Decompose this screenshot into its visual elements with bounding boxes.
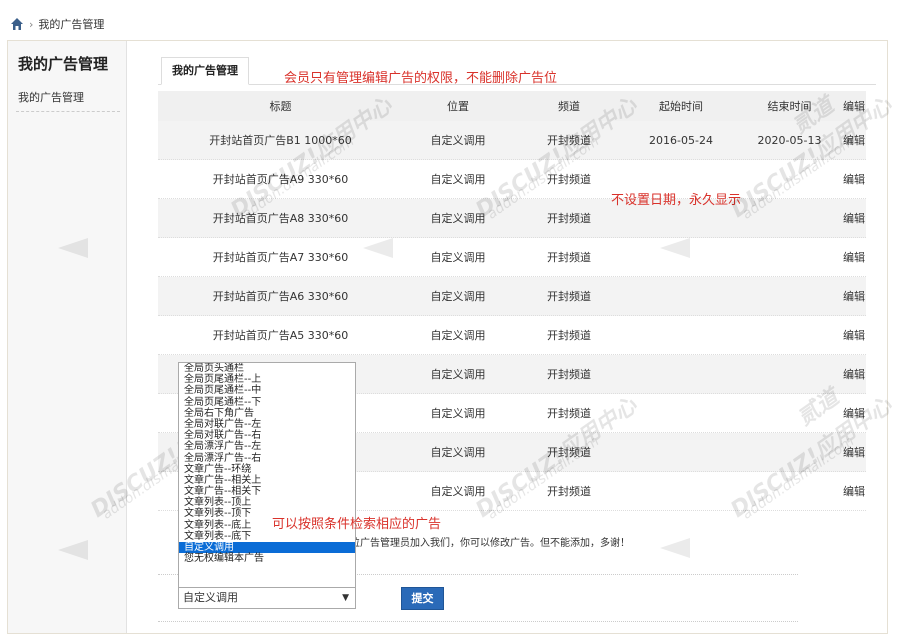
dropdown-option[interactable]: 文章广告--环绕 bbox=[179, 464, 355, 475]
table-header: 标题 位置 频道 起始时间 结束时间 编辑 bbox=[158, 91, 866, 121]
position-select-value: 自定义调用 bbox=[183, 591, 238, 604]
dropdown-option[interactable]: 全局对联广告--右 bbox=[179, 430, 355, 441]
table-row: 开封站首页广告B1 1000*60 自定义调用 开封频道 2016-05-24 2020… bbox=[158, 121, 866, 160]
home-icon[interactable] bbox=[10, 17, 24, 31]
edit-link[interactable]: 编辑 bbox=[842, 366, 866, 382]
cell-end-date: 2020-05-13 bbox=[757, 133, 822, 147]
edit-link[interactable]: 编辑 bbox=[842, 132, 866, 148]
dropdown-option[interactable]: 文章广告--相关下 bbox=[179, 486, 355, 497]
content-area: 我的广告管理 会员只有管理编辑广告的权限，不能删除广告位 标题 位置 频道 起始… bbox=[138, 41, 884, 633]
sidebar-divider bbox=[16, 111, 120, 112]
cell-position: 自定义调用 bbox=[430, 407, 486, 420]
cell-title: 开封站首页广告A9 330*60 bbox=[212, 173, 349, 186]
table-row: 开封站首页广告A8 330*60 自定义调用 开封频道 编辑 bbox=[158, 199, 866, 238]
dropdown-option[interactable]: 文章列表--顶上 bbox=[179, 497, 355, 508]
cell-channel: 开封频道 bbox=[547, 173, 591, 186]
edit-link[interactable]: 编辑 bbox=[842, 249, 866, 265]
no-date-note: 不设置日期，永久显示 bbox=[611, 193, 742, 208]
dropdown-option[interactable]: 您无权编辑本广告 bbox=[179, 553, 355, 564]
sidebar-item-ad-manage[interactable]: 我的广告管理 bbox=[18, 89, 84, 105]
header-edit: 编辑 bbox=[843, 100, 865, 113]
edit-link[interactable]: 编辑 bbox=[842, 210, 866, 226]
dropdown-option[interactable]: 全局漂浮广告--左 bbox=[179, 441, 355, 452]
dropdown-option[interactable]: 全局页尾通栏--下 bbox=[179, 397, 355, 408]
cell-channel: 开封频道 bbox=[547, 212, 591, 225]
search-note: 可以按照条件检索相应的广告 bbox=[272, 517, 442, 532]
edit-link[interactable]: 编辑 bbox=[842, 171, 866, 187]
header-position: 位置 bbox=[447, 100, 469, 113]
position-dropdown-list[interactable]: 全局页头通栏 全局页尾通栏--上 全局页尾通栏--中 全局页尾通栏--下 全局右下角广告… bbox=[178, 362, 356, 588]
cell-title: 开封站首页广告A6 330*60 bbox=[212, 290, 349, 303]
header-title: 标题 bbox=[269, 100, 292, 113]
table-row: 开封站首页广告A7 330*60 自定义调用 开封频道 编辑 bbox=[158, 238, 866, 277]
edit-link[interactable]: 编辑 bbox=[842, 288, 866, 304]
table-row: 开封站首页广告A6 330*60 自定义调用 开封频道 编辑 bbox=[158, 277, 866, 316]
cell-start-date: 2016-05-24 bbox=[649, 133, 713, 147]
dropdown-option[interactable]: 全局页头通栏 bbox=[179, 363, 355, 374]
permission-note: 会员只有管理编辑广告的权限，不能删除广告位 bbox=[284, 71, 558, 86]
tab-ad-manage[interactable]: 我的广告管理 bbox=[161, 57, 249, 85]
dropdown-option[interactable]: 文章列表--底下 bbox=[179, 531, 355, 542]
dropdown-option[interactable]: 自定义调用 bbox=[179, 542, 355, 554]
dropdown-option[interactable]: 全局对联广告--左 bbox=[179, 419, 355, 430]
cell-channel: 开封频道 bbox=[547, 407, 591, 420]
table-row: 开封站首页广告A9 330*60 自定义调用 开封频道 编辑 bbox=[158, 160, 866, 199]
cell-position: 自定义调用 bbox=[430, 485, 486, 498]
edit-link[interactable]: 编辑 bbox=[842, 405, 866, 421]
edit-link[interactable]: 编辑 bbox=[842, 483, 866, 499]
header-end: 结束时间 bbox=[767, 100, 812, 113]
dropdown-option[interactable]: 全局页尾通栏--上 bbox=[179, 374, 355, 385]
cell-channel: 开封频道 bbox=[547, 329, 591, 342]
sidebar-title: 我的广告管理 bbox=[18, 55, 109, 73]
main-panel: 我的广告管理 我的广告管理 我的广告管理 会员只有管理编辑广告的权限，不能删除广… bbox=[7, 40, 888, 634]
cell-position: 自定义调用 bbox=[430, 446, 486, 459]
cell-title: 开封站首页广告A7 330*60 bbox=[212, 251, 349, 264]
header-channel: 频道 bbox=[558, 100, 580, 113]
edit-link[interactable]: 编辑 bbox=[842, 444, 866, 460]
breadcrumb: › 我的广告管理 bbox=[10, 16, 104, 32]
position-select[interactable]: 自定义调用 ▼ bbox=[178, 587, 356, 609]
cell-position: 自定义调用 bbox=[430, 290, 486, 303]
dropdown-option[interactable]: 全局右下角广告 bbox=[179, 408, 355, 419]
cell-title: 开封站首页广告A8 330*60 bbox=[212, 212, 349, 225]
cell-position: 自定义调用 bbox=[430, 212, 486, 225]
cell-position: 自定义调用 bbox=[430, 329, 486, 342]
sidebar: 我的广告管理 我的广告管理 bbox=[8, 41, 127, 633]
cell-channel: 开封频道 bbox=[547, 251, 591, 264]
cell-position: 自定义调用 bbox=[430, 251, 486, 264]
cell-channel: 开封频道 bbox=[547, 485, 591, 498]
cell-position: 自定义调用 bbox=[430, 173, 486, 186]
cell-position: 自定义调用 bbox=[430, 134, 486, 147]
submit-button[interactable]: 提交 bbox=[401, 587, 444, 610]
breadcrumb-current[interactable]: 我的广告管理 bbox=[38, 16, 104, 32]
cell-channel: 开封频道 bbox=[547, 368, 591, 381]
cell-channel: 开封频道 bbox=[547, 134, 591, 147]
dropdown-option[interactable]: 文章广告--相关上 bbox=[179, 475, 355, 486]
cell-position: 自定义调用 bbox=[430, 368, 486, 381]
divider-line-bottom bbox=[158, 621, 798, 622]
cell-title: 开封站首页广告A5 330*60 bbox=[212, 329, 349, 342]
table-row: 开封站首页广告A5 330*60 自定义调用 开封频道 编辑 bbox=[158, 316, 866, 355]
dropdown-option[interactable]: 全局页尾通栏--中 bbox=[179, 385, 355, 396]
edit-link[interactable]: 编辑 bbox=[842, 327, 866, 343]
chevron-down-icon: ▼ bbox=[342, 593, 349, 603]
breadcrumb-separator: › bbox=[29, 17, 34, 31]
cell-title: 开封站首页广告B1 1000*60 bbox=[209, 134, 352, 147]
header-start: 起始时间 bbox=[659, 100, 703, 113]
cell-channel: 开封频道 bbox=[547, 446, 591, 459]
info-text: 位广告管理员加入我们，你可以修改广告。但不能添加，多谢！ bbox=[350, 538, 630, 549]
dropdown-option[interactable]: 全局漂浮广告--右 bbox=[179, 453, 355, 464]
cell-channel: 开封频道 bbox=[547, 290, 591, 303]
